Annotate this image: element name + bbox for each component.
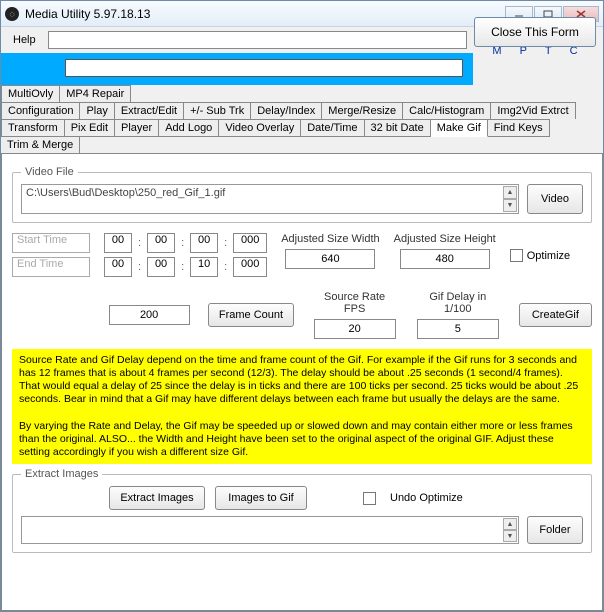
video-path-text: C:\Users\Bud\Desktop\250_red_Gif_1.gif [26,187,225,199]
note-paragraph-1: Source Rate and Gif Delay depend on the … [19,354,585,407]
help-label[interactable]: Help [7,34,42,46]
video-button[interactable]: Video [527,184,583,214]
frame-count-button[interactable]: Frame Count [208,303,295,327]
tab-subtrk[interactable]: +/- Sub Trk [184,102,251,120]
folder-button[interactable]: Folder [527,516,583,544]
tab-calchistogram[interactable]: Calc/Histogram [403,102,491,120]
time-row-1: 00: 00: 00: 000 [104,233,267,253]
tab-content-makegif: Video File C:\Users\Bud\Desktop\250_red_… [1,153,603,611]
start-time-input[interactable]: Start Time [12,233,90,253]
app-window: ◌ Media Utility 5.97.18.13 Help Close Th… [0,0,604,612]
tab-player[interactable]: Player [115,119,159,137]
t1-ms[interactable]: 000 [233,233,267,253]
t1-hours[interactable]: 00 [104,233,132,253]
tab-addlogo[interactable]: Add Logo [159,119,219,137]
tab-findkeys[interactable]: Find Keys [488,119,550,137]
tab-img2vid[interactable]: Img2Vid Extrct [491,102,575,120]
undo-optimize-checkbox[interactable] [363,492,376,505]
adj-height-label: Adjusted Size Height [394,233,496,245]
t1-minutes[interactable]: 00 [147,233,175,253]
extract-images-button[interactable]: Extract Images [109,486,205,510]
gif-delay-input[interactable]: 5 [417,319,499,339]
source-rate-input[interactable]: 20 [314,319,396,339]
tab-makegif[interactable]: Make Gif [431,119,488,137]
optimize-label: Optimize [527,250,570,262]
end-time-input[interactable]: End Time [12,257,90,277]
tabs-row-3: Transform Pix Edit Player Add Logo Video… [1,119,603,153]
adj-height-input[interactable]: 480 [400,249,490,269]
extract-images-legend: Extract Images [21,468,102,480]
spinner-arrows[interactable]: ▲▼ [503,186,517,212]
t1-seconds[interactable]: 00 [190,233,218,253]
tab-extractedit[interactable]: Extract/Edit [115,102,184,120]
tab-videooverlay[interactable]: Video Overlay [219,119,301,137]
adj-width-label: Adjusted Size Width [281,233,379,245]
folder-input[interactable]: ▲▼ [21,516,519,544]
frame-count-input[interactable]: 200 [109,305,190,325]
gif-delay-label: Gif Delay in 1/100 [415,291,501,315]
source-rate-label: Source Rate FPS [312,291,396,315]
tab-datetime[interactable]: Date/Time [301,119,364,137]
extract-images-group: Extract Images Extract Images Images to … [12,468,592,553]
banner-strip [1,53,473,85]
tab-transform[interactable]: Transform [1,119,65,137]
info-note: Source Rate and Gif Delay depend on the … [12,349,592,464]
tab-mergeresize[interactable]: Merge/Resize [322,102,403,120]
app-icon: ◌ [5,7,19,21]
t2-minutes[interactable]: 00 [147,257,175,277]
optimize-checkbox[interactable] [510,249,523,262]
tabs-row-2: Configuration Play Extract/Edit +/- Sub … [1,102,603,119]
time-row-2: 00: 00: 10: 000 [104,257,267,277]
tabs-row-1: MultiOvly MP4 Repair [1,85,603,102]
tab-32bitdate[interactable]: 32 bit Date [365,119,431,137]
note-paragraph-2: By varying the Rate and Delay, the Gif m… [19,420,585,459]
tab-mp4repair[interactable]: MP4 Repair [60,85,131,103]
tab-pixedit[interactable]: Pix Edit [65,119,115,137]
window-title: Media Utility 5.97.18.13 [25,7,505,21]
adj-width-input[interactable]: 640 [285,249,375,269]
tab-delayindex[interactable]: Delay/Index [251,102,322,120]
images-to-gif-button[interactable]: Images to Gif [215,486,307,510]
t2-ms[interactable]: 000 [233,257,267,277]
banner-input[interactable] [65,59,463,77]
video-file-legend: Video File [21,166,78,178]
tab-configuration[interactable]: Configuration [1,102,80,120]
create-gif-button[interactable]: CreateGif [519,303,592,327]
t2-seconds[interactable]: 10 [190,257,218,277]
close-this-form-button[interactable]: Close This Form [474,17,596,47]
tab-trimmerge[interactable]: Trim & Merge [1,136,80,154]
undo-optimize-label: Undo Optimize [390,492,463,504]
help-input[interactable] [48,31,467,49]
video-path-input[interactable]: C:\Users\Bud\Desktop\250_red_Gif_1.gif ▲… [21,184,519,214]
tab-play[interactable]: Play [80,102,114,120]
folder-spinner[interactable]: ▲▼ [503,518,517,542]
tab-multiovly[interactable]: MultiOvly [1,85,60,103]
t2-hours[interactable]: 00 [104,257,132,277]
video-file-group: Video File C:\Users\Bud\Desktop\250_red_… [12,166,592,223]
